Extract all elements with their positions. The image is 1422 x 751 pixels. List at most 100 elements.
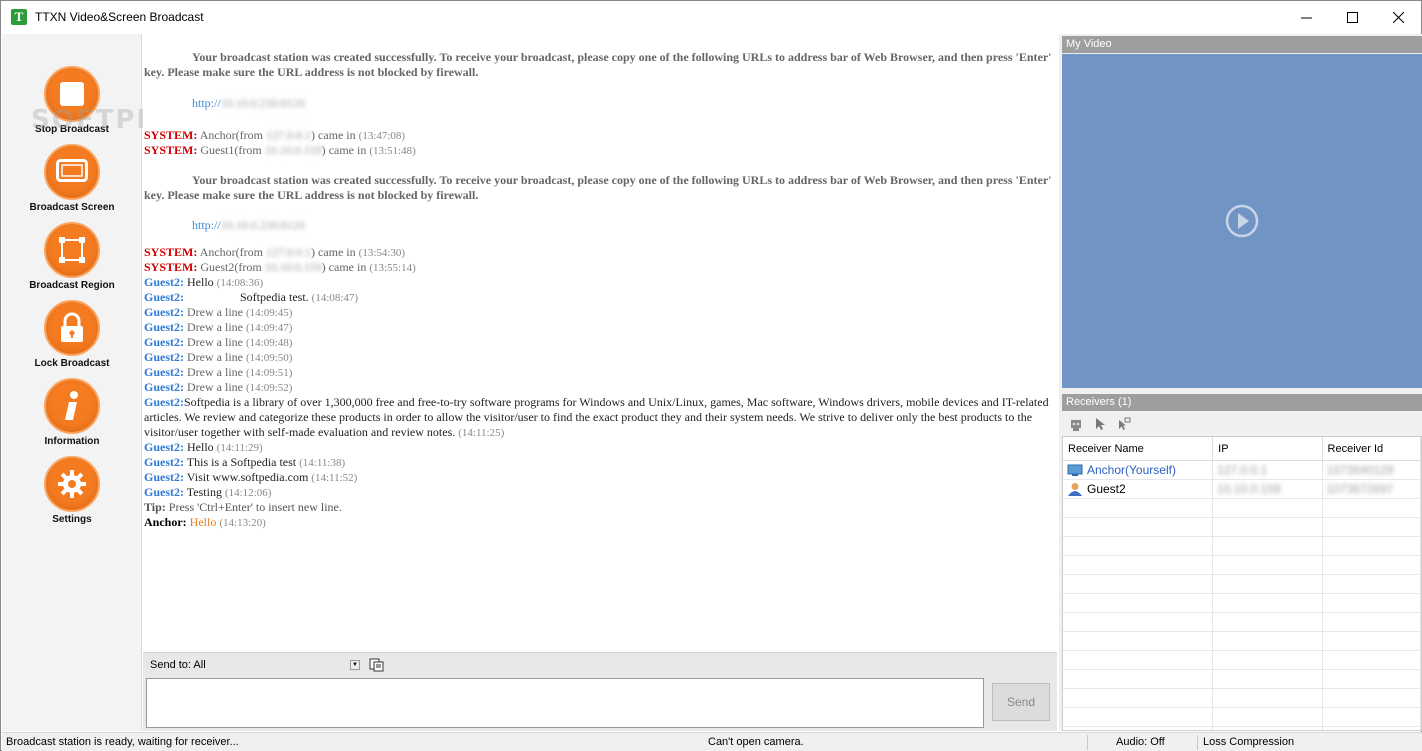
timestamp: (14:12:06) <box>224 487 272 499</box>
url-prefix: http:// <box>192 96 221 110</box>
pointer-icon[interactable] <box>1092 416 1108 432</box>
info-icon <box>65 391 78 420</box>
timestamp: (14:11:52) <box>311 472 358 484</box>
table-row-empty <box>1063 536 1421 556</box>
maximize-button[interactable] <box>1329 1 1375 33</box>
sender-label: Guest2: <box>144 440 184 454</box>
tip-line: Tip: Press 'Ctrl+Enter' to insert new li… <box>144 500 1054 515</box>
settings-label: Settings <box>52 514 92 525</box>
chat-message: Guest2: Softpedia test. (14:08:47) <box>144 290 359 304</box>
monitor-icon <box>56 159 88 182</box>
chat-message: Guest2: Hello (14:11:29) <box>144 440 263 454</box>
table-header: Receiver Name IP Receiver Id <box>1063 437 1421 461</box>
ip-text: 127.0.0.1 <box>266 245 311 259</box>
table-row-empty <box>1063 498 1421 518</box>
play-icon[interactable] <box>1225 204 1259 238</box>
tip-text: Press 'Ctrl+Enter' to insert new line. <box>165 500 342 514</box>
robot-icon[interactable] <box>1068 416 1084 432</box>
sender-label: Guest2: <box>144 380 184 394</box>
sender-label: Guest2: <box>144 305 184 319</box>
column-header[interactable]: Receiver Id <box>1323 437 1421 460</box>
timestamp: (14:09:50) <box>245 352 293 364</box>
message-compose-area: Send <box>143 676 1057 731</box>
timestamp: (13:54:30) <box>358 247 406 259</box>
timestamp: (14:09:52) <box>245 382 293 394</box>
table-row-empty <box>1063 688 1421 708</box>
table-row[interactable]: Anchor(Yourself) 127.0.0.1 1073840129 <box>1063 460 1421 480</box>
system-message: SYSTEM: Anchor(from 127.0.0.1) came in (… <box>144 128 406 142</box>
url-prefix: http:// <box>192 218 221 232</box>
table-row-empty <box>1063 669 1421 689</box>
timestamp: (13:51:48) <box>369 145 416 157</box>
sender-label: Guest2: <box>144 275 184 289</box>
status-camera: Can't open camera. <box>708 736 804 748</box>
app-logo-icon: T <box>11 9 27 25</box>
send-button[interactable]: Send <box>992 683 1050 721</box>
notice-text: Your broadcast station was created succe… <box>144 50 1052 79</box>
sender-label: Guest2: <box>144 470 184 484</box>
chat-message: Guest2: Visit www.softpedia.com (14:11:5… <box>144 470 358 484</box>
minimize-button[interactable] <box>1283 1 1329 33</box>
minimize-icon <box>1300 17 1312 18</box>
sender-label: Anchor: <box>144 515 187 529</box>
right-panel: My Video Receivers (1) Receiver Name IP … <box>1059 34 1422 731</box>
receiver-id-cell: 1073672897 <box>1323 479 1421 499</box>
monitor-icon <box>1067 464 1083 476</box>
broadcast-screen-button[interactable]: Broadcast Screen <box>2 144 142 213</box>
sender-label: Guest2: <box>144 395 184 409</box>
pointer-control-icon[interactable] <box>1116 416 1132 432</box>
chat-message: Guest2: Drew a line (14:09:52) <box>144 380 293 394</box>
system-message: SYSTEM: Guest1(from 10.10.0.159) came in… <box>144 143 416 157</box>
user-icon <box>1068 483 1082 496</box>
system-label: SYSTEM: <box>144 128 198 142</box>
ip-text: 10.10.0.159 <box>264 143 322 157</box>
information-button[interactable]: Information <box>2 378 142 447</box>
system-label: SYSTEM: <box>144 245 198 259</box>
stop-icon <box>60 82 84 106</box>
send-to-dropdown[interactable]: Send to: All ▼ <box>147 656 363 674</box>
timestamp: (14:09:48) <box>245 337 293 349</box>
video-preview[interactable] <box>1062 54 1422 388</box>
column-header[interactable]: Receiver Name <box>1063 437 1214 460</box>
receiver-name-cell: Guest2 <box>1063 479 1214 499</box>
app-window: T TTXN Video&Screen Broadcast Stop Broad… <box>0 0 1422 751</box>
chat-message: Guest2: Drew a line (14:09:51) <box>144 365 293 379</box>
system-message: SYSTEM: Anchor(from 127.0.0.1) came in (… <box>144 245 406 259</box>
timestamp: (14:11:25) <box>458 427 505 439</box>
broadcast-url[interactable]: http://10.10.0.230:8120 <box>144 96 1054 111</box>
lock-broadcast-button[interactable]: Lock Broadcast <box>2 300 142 369</box>
maximize-icon <box>1346 11 1358 23</box>
gear-icon <box>58 470 86 498</box>
timestamp: (14:13:20) <box>219 517 266 529</box>
sender-label: Guest2: <box>144 350 184 364</box>
tip-label: Tip: <box>144 500 166 514</box>
system-label: SYSTEM: <box>144 143 198 157</box>
information-label: Information <box>44 436 100 447</box>
status-bar: Broadcast station is ready, waiting for … <box>2 732 1422 751</box>
column-header[interactable]: IP <box>1213 437 1323 460</box>
status-main: Broadcast station is ready, waiting for … <box>6 736 239 748</box>
chat-message: Guest2: Drew a line (14:09:47) <box>144 320 293 334</box>
my-video-header: My Video <box>1062 36 1422 53</box>
chat-message: Guest2: Drew a line (14:09:48) <box>144 335 293 349</box>
chat-message: Guest2:Softpedia is a library of over 1,… <box>144 395 1049 439</box>
receiver-ip-cell: 10.10.0.159 <box>1213 479 1323 499</box>
message-input[interactable] <box>146 678 984 728</box>
copy-icon[interactable] <box>369 658 385 672</box>
table-row-empty <box>1063 631 1421 651</box>
broadcast-region-button[interactable]: Broadcast Region <box>2 222 142 291</box>
title-bar: T TTXN Video&Screen Broadcast <box>1 1 1421 33</box>
close-button[interactable] <box>1375 1 1421 33</box>
broadcast-screen-label: Broadcast Screen <box>29 202 115 213</box>
receiver-name-cell: Anchor(Yourself) <box>1063 460 1214 480</box>
table-row-empty <box>1063 650 1421 670</box>
settings-button[interactable]: Settings <box>2 456 142 525</box>
status-compression: Loss Compression <box>1203 736 1295 748</box>
chat-message: Guest2: Drew a line (14:09:50) <box>144 350 293 364</box>
sender-label: Guest2: <box>144 365 184 379</box>
broadcast-url[interactable]: http://10.10.0.230:8120 <box>144 218 1054 233</box>
timestamp: (14:11:38) <box>299 457 346 469</box>
chat-message: Guest2: Drew a line (14:09:45) <box>144 305 293 319</box>
table-row[interactable]: Guest2 10.10.0.159 1073672897 <box>1063 479 1421 499</box>
chat-message: Guest2: This is a Softpedia test (14:11:… <box>144 455 346 469</box>
